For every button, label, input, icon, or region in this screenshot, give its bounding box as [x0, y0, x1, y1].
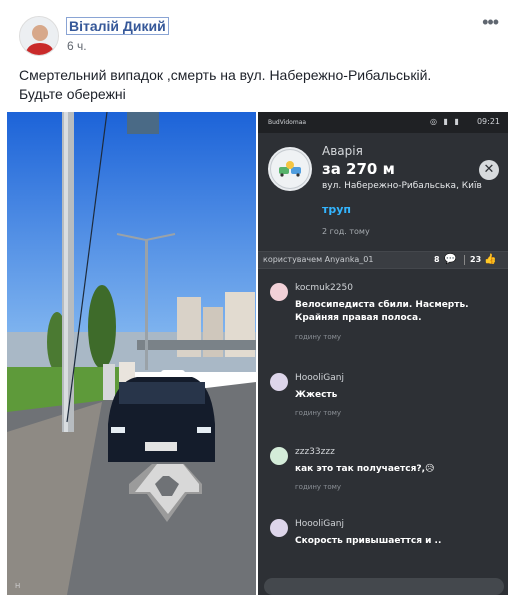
author-avatar[interactable]	[19, 16, 59, 56]
comment-input[interactable]	[264, 578, 504, 595]
status-icons: ◎ ▮ ▮	[430, 117, 461, 126]
comment-item: zzz33zzz как это так получается?,😥 годин…	[258, 439, 508, 509]
user-avatar-icon	[270, 283, 288, 301]
comment-item: kocmuk2250 Велосипедиста сбили. Насмерть…	[258, 275, 508, 345]
close-icon[interactable]: ✕	[479, 160, 499, 180]
comment-text: Жжесть	[295, 390, 338, 400]
carrier-text: BudVidomaa	[268, 119, 307, 126]
divider	[464, 255, 465, 265]
status-clock: 09:21	[476, 117, 500, 126]
likes-count: 8	[434, 255, 440, 264]
svg-text:H: H	[15, 582, 20, 590]
author-name-link[interactable]: Віталій Дикий	[66, 17, 169, 35]
comment-username[interactable]: HoooliGanj	[295, 373, 344, 383]
comment-item: HoooliGanj Скорость привышаеттся и ..	[258, 511, 508, 581]
user-avatar-icon	[270, 519, 288, 537]
comment-username[interactable]: HoooliGanj	[295, 519, 344, 529]
street-photo[interactable]: H	[7, 112, 256, 595]
comment-text: Велосипедиста сбили. Насмерть. Крайняя п…	[295, 300, 469, 323]
alert-time-ago: 2 год. тому	[322, 227, 370, 236]
user-avatar-icon	[270, 373, 288, 391]
reporter-bar: користувачем Anyanka_01 8 💬 23 👍	[258, 251, 508, 269]
status-bar: BudVidomaa ◎ ▮ ▮ 09:21	[258, 112, 508, 133]
alert-type: труп	[322, 203, 352, 216]
user-avatar-icon	[270, 447, 288, 465]
car-crash-icon	[268, 147, 312, 191]
comment-text: как это так получается?,😥	[295, 464, 435, 474]
comment-time: годину тому	[295, 409, 342, 417]
reporter-name: користувачем Anyanka_01	[263, 255, 374, 264]
app-screenshot[interactable]: BudVidomaa ◎ ▮ ▮ 09:21 Аварія за 270 м в…	[258, 112, 508, 595]
comment-time: годину тому	[295, 333, 342, 341]
post-text-line: Смертельний випадок ,смерть на вул. Набе…	[19, 67, 432, 83]
comment-bubble-icon[interactable]: 💬	[444, 254, 456, 265]
comment-time: годину тому	[295, 483, 342, 491]
thumbs-up-icon[interactable]: 👍	[484, 254, 496, 265]
post-text: Смертельний випадок ,смерть на вул. Набе…	[19, 66, 499, 104]
alert-distance: за 270 м	[322, 160, 395, 178]
alert-title: Аварія	[322, 144, 363, 158]
alert-address: вул. Набережно-Рибальська, Київ	[322, 181, 482, 191]
comment-item: HoooliGanj Жжесть годину тому	[258, 365, 508, 435]
comment-username[interactable]: kocmuk2250	[295, 283, 353, 293]
post-timestamp[interactable]: 6 ч.	[67, 39, 87, 53]
more-options-icon[interactable]: •••	[482, 13, 499, 31]
post-header: Віталій Дикий 6 ч. •••	[0, 0, 510, 60]
post-text-line: Будьте обережні	[19, 86, 126, 102]
comment-text: Скорость привышаеттся и ..	[295, 536, 442, 546]
comment-username[interactable]: zzz33zzz	[295, 447, 335, 457]
comments-count: 23	[470, 255, 482, 264]
alert-card: Аварія за 270 м вул. Набережно-Рибальськ…	[258, 133, 508, 251]
